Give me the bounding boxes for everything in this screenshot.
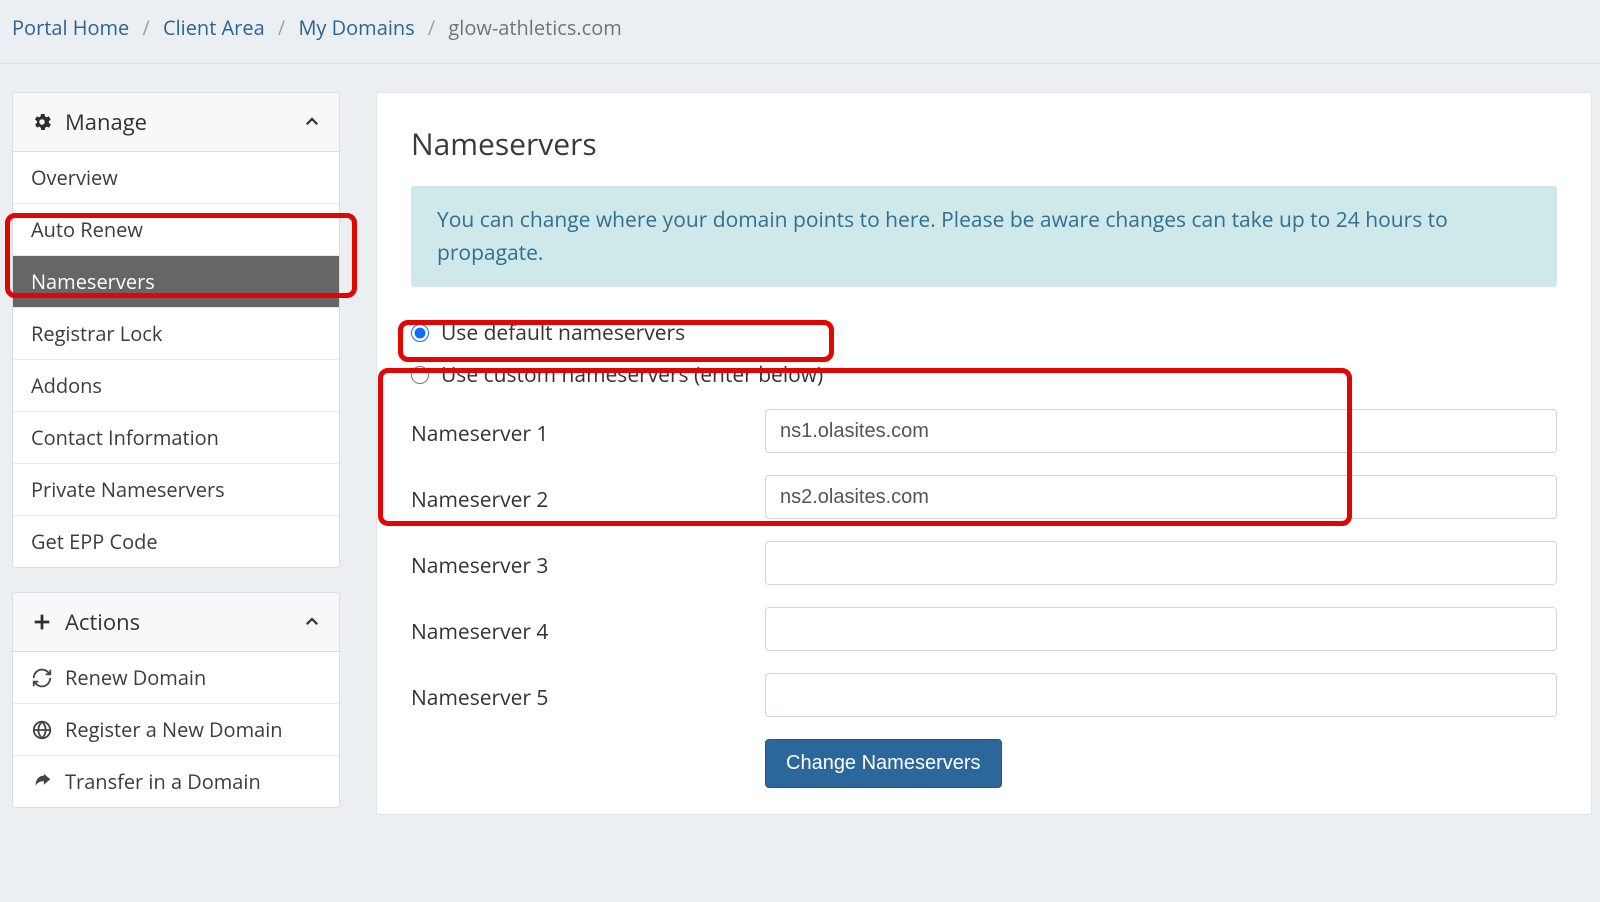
breadcrumb-my-domains[interactable]: My Domains — [298, 14, 414, 41]
sidebar-item-label: Overview — [31, 164, 321, 191]
nameserver-row-1: Nameserver 1 — [411, 409, 1557, 453]
sidebar-action-renew-domain[interactable]: Renew Domain — [13, 652, 339, 704]
sidebar-item-addons[interactable]: Addons — [13, 360, 339, 412]
page-title: Nameservers — [411, 123, 1557, 164]
radio-default-label: Use default nameservers — [441, 319, 685, 347]
nameserver-1-input[interactable] — [765, 409, 1557, 453]
sidebar-item-get-epp-code[interactable]: Get EPP Code — [13, 516, 339, 567]
sidebar-item-label: Auto Renew — [31, 216, 321, 243]
nameserver-3-label: Nameserver 3 — [411, 546, 765, 580]
info-alert: You can change where your domain points … — [411, 186, 1557, 287]
nameserver-4-input[interactable] — [765, 607, 1557, 651]
sidebar-action-transfer-domain[interactable]: Transfer in a Domain — [13, 756, 339, 807]
radio-default-nameservers[interactable]: Use default nameservers — [411, 317, 1557, 349]
nameserver-5-label: Nameserver 5 — [411, 678, 765, 712]
plus-icon — [31, 611, 53, 633]
sidebar-item-label: Addons — [31, 372, 321, 399]
breadcrumb-sep: / — [134, 14, 157, 41]
sidebar-action-register-domain[interactable]: Register a New Domain — [13, 704, 339, 756]
sidebar-item-label: Get EPP Code — [31, 528, 321, 555]
sidebar-item-label: Nameservers — [31, 268, 321, 295]
nameserver-row-4: Nameserver 4 — [411, 607, 1557, 651]
sidebar-item-label: Registrar Lock — [31, 320, 321, 347]
sidebar-item-overview[interactable]: Overview — [13, 152, 339, 204]
sidebar-item-private-nameservers[interactable]: Private Nameservers — [13, 464, 339, 516]
sidebar-item-nameservers[interactable]: Nameservers — [13, 256, 339, 308]
nameserver-row-2: Nameserver 2 — [411, 475, 1557, 519]
nameserver-row-3: Nameserver 3 — [411, 541, 1557, 585]
sidebar-item-auto-renew[interactable]: Auto Renew — [13, 204, 339, 256]
change-nameservers-button[interactable]: Change Nameservers — [765, 739, 1002, 788]
main-content: Nameservers You can change where your do… — [376, 92, 1592, 815]
sidebar-panel-manage-title: Manage — [65, 107, 303, 137]
refresh-icon — [31, 667, 53, 689]
chevron-up-icon — [303, 613, 321, 631]
nameserver-4-label: Nameserver 4 — [411, 612, 765, 646]
breadcrumb: Portal Home / Client Area / My Domains /… — [0, 0, 1600, 64]
share-icon — [31, 771, 53, 793]
nameserver-2-label: Nameserver 2 — [411, 480, 765, 514]
breadcrumb-sep: / — [420, 14, 443, 41]
breadcrumb-client-area[interactable]: Client Area — [163, 14, 265, 41]
sidebar-panel-manage: Manage Overview Auto Renew Nameservers R… — [12, 92, 340, 568]
nameserver-row-5: Nameserver 5 — [411, 673, 1557, 717]
breadcrumb-sep: / — [270, 14, 293, 41]
sidebar-item-registrar-lock[interactable]: Registrar Lock — [13, 308, 339, 360]
sidebar: Manage Overview Auto Renew Nameservers R… — [12, 92, 340, 832]
radio-default-input[interactable] — [411, 324, 429, 342]
nameservers-card: Nameservers You can change where your do… — [376, 92, 1592, 815]
breadcrumb-current: glow-athletics.com — [448, 14, 621, 41]
breadcrumb-portal-home[interactable]: Portal Home — [12, 14, 129, 41]
sidebar-item-contact-information[interactable]: Contact Information — [13, 412, 339, 464]
sidebar-item-label: Contact Information — [31, 424, 321, 451]
sidebar-item-label: Private Nameservers — [31, 476, 321, 503]
radio-custom-label: Use custom nameservers (enter below) — [441, 361, 823, 389]
nameserver-1-label: Nameserver 1 — [411, 414, 765, 448]
sidebar-panel-actions-title: Actions — [65, 607, 303, 637]
sidebar-panel-manage-header[interactable]: Manage — [13, 93, 339, 152]
gear-icon — [31, 111, 53, 133]
globe-icon — [31, 719, 53, 741]
sidebar-item-label: Register a New Domain — [65, 716, 321, 743]
radio-custom-nameservers[interactable]: Use custom nameservers (enter below) — [411, 359, 1557, 391]
sidebar-item-label: Transfer in a Domain — [65, 768, 321, 795]
nameserver-2-input[interactable] — [765, 475, 1557, 519]
sidebar-panel-actions-header[interactable]: Actions — [13, 593, 339, 652]
sidebar-item-label: Renew Domain — [65, 664, 321, 691]
radio-custom-input[interactable] — [411, 366, 429, 384]
sidebar-panel-actions: Actions Renew Domain Register a New Doma… — [12, 592, 340, 808]
nameserver-3-input[interactable] — [765, 541, 1557, 585]
nameserver-5-input[interactable] — [765, 673, 1557, 717]
nameserver-fields: Nameserver 1 Nameserver 2 Nameserver 3 N… — [411, 409, 1557, 788]
chevron-up-icon — [303, 113, 321, 131]
